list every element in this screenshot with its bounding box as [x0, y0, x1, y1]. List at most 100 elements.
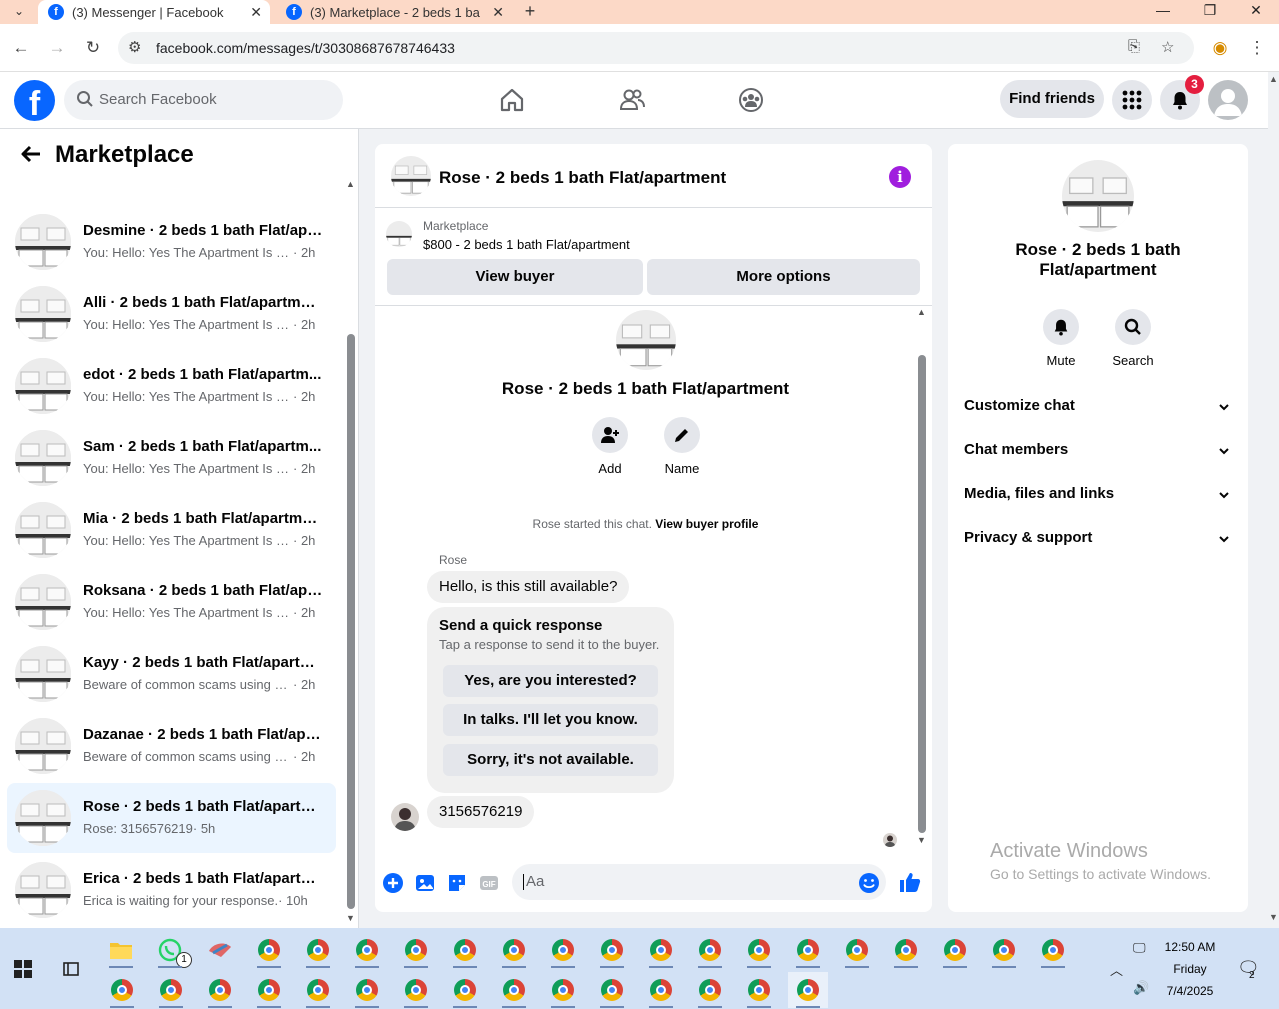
- view-buyer-profile-link[interactable]: View buyer profile: [655, 517, 758, 531]
- conversation-item[interactable]: Rose · 2 beds 1 bath Flat/apartm... Rose:…: [7, 783, 336, 853]
- chrome-window-app[interactable]: [592, 932, 632, 968]
- chat-title[interactable]: Rose · 2 beds 1 bath Flat/apartment: [439, 168, 726, 188]
- install-app-icon[interactable]: ⎘: [1128, 38, 1140, 55]
- menu-grid-button[interactable]: [1112, 80, 1152, 120]
- tab-close-icon[interactable]: ✕: [492, 4, 504, 21]
- chrome-window-app[interactable]: [347, 972, 387, 1008]
- back-icon[interactable]: ←: [9, 36, 33, 60]
- network-icon[interactable]: 🖵: [1133, 940, 1146, 956]
- chrome-window-app[interactable]: [788, 972, 828, 1008]
- thumbs-up-icon[interactable]: [898, 870, 922, 894]
- gif-icon[interactable]: GIF: [478, 872, 500, 894]
- scroll-down-arrow[interactable]: ▼: [1269, 912, 1278, 922]
- chrome-window-app[interactable]: [249, 932, 289, 968]
- windows-start-icon[interactable]: [14, 960, 32, 978]
- snipping-tool-app[interactable]: [200, 932, 240, 968]
- emoji-icon[interactable]: [858, 872, 880, 894]
- incoming-message[interactable]: Hello, is this still available?: [427, 571, 630, 603]
- chrome-window-app[interactable]: [543, 972, 583, 1008]
- chrome-window-app[interactable]: [592, 972, 632, 1008]
- chrome-window-app[interactable]: [739, 972, 779, 1008]
- chrome-window-app[interactable]: [151, 972, 191, 1008]
- close-window-button[interactable]: ✕: [1241, 3, 1271, 17]
- maximize-button[interactable]: ❐: [1195, 3, 1225, 17]
- chrome-window-app[interactable]: [641, 972, 681, 1008]
- minimize-button[interactable]: —: [1148, 3, 1178, 17]
- tab-search-dropdown[interactable]: ⌄: [6, 0, 32, 22]
- chrome-window-app[interactable]: [494, 932, 534, 968]
- clock-day[interactable]: Friday: [1160, 962, 1220, 976]
- clock-date[interactable]: 7/4/2025: [1160, 984, 1220, 998]
- chrome-window-app[interactable]: [739, 932, 779, 968]
- chrome-window-app[interactable]: [396, 972, 436, 1008]
- chrome-window-app[interactable]: [690, 972, 730, 1008]
- tab-messenger[interactable]: f (3) Messenger | Facebook ✕: [38, 0, 270, 24]
- conversation-item[interactable]: Erica · 2 beds 1 bath Flat/apartm... Eric…: [7, 855, 336, 925]
- reload-icon[interactable]: ↻: [81, 36, 105, 60]
- scrollbar-thumb[interactable]: [347, 334, 355, 909]
- mute-action[interactable]: Mute: [1029, 309, 1093, 368]
- file-explorer-app[interactable]: [101, 932, 141, 968]
- incoming-message[interactable]: 3156576219: [427, 796, 535, 828]
- add-people-action[interactable]: Add: [580, 417, 640, 476]
- address-bar[interactable]: ⚙ facebook.com/messages/t/30308687678746…: [118, 32, 1194, 64]
- chrome-window-app[interactable]: [396, 932, 436, 968]
- chat-members-section[interactable]: Chat members: [964, 441, 1234, 458]
- list-scrollbar[interactable]: ▲ ▼: [345, 179, 357, 924]
- chrome-window-app[interactable]: [445, 932, 485, 968]
- find-friends-button[interactable]: Find friends: [1000, 80, 1104, 118]
- search-facebook-input[interactable]: Search Facebook: [64, 80, 343, 120]
- task-view-icon[interactable]: [61, 959, 81, 979]
- tab-close-icon[interactable]: ✕: [250, 4, 262, 21]
- scrollbar-thumb[interactable]: [918, 355, 926, 833]
- account-avatar[interactable]: [1208, 80, 1248, 120]
- tab-marketplace[interactable]: f (3) Marketplace - 2 beds 1 bath ✕: [276, 0, 512, 24]
- scroll-down-arrow[interactable]: ▼: [346, 913, 355, 923]
- media-files-links-section[interactable]: Media, files and links: [964, 485, 1234, 502]
- facebook-logo-icon[interactable]: f: [14, 80, 55, 121]
- quick-response-option[interactable]: Yes, are you interested?: [443, 665, 658, 697]
- chrome-window-app[interactable]: [102, 972, 142, 1008]
- quick-response-option[interactable]: In talks. I'll let you know.: [443, 704, 658, 736]
- conversation-item[interactable]: edot · 2 beds 1 bath Flat/apartm... You: …: [7, 351, 336, 421]
- chrome-window-app[interactable]: [298, 972, 338, 1008]
- view-buyer-button[interactable]: View buyer: [387, 259, 643, 295]
- chrome-window-app[interactable]: [690, 932, 730, 968]
- message-input[interactable]: Aa: [512, 864, 886, 900]
- chrome-window-app[interactable]: [788, 932, 828, 968]
- plus-circle-icon[interactable]: [382, 872, 404, 894]
- chrome-window-app[interactable]: [886, 932, 926, 968]
- new-tab-button[interactable]: +: [520, 0, 540, 22]
- groups-icon[interactable]: [737, 86, 765, 114]
- chrome-window-app[interactable]: [249, 972, 289, 1008]
- scroll-down-arrow[interactable]: ▼: [917, 835, 926, 845]
- conversation-item[interactable]: Alli · 2 beds 1 bath Flat/apartment You: …: [7, 279, 336, 349]
- chrome-window-app[interactable]: [935, 932, 975, 968]
- conversation-item[interactable]: Sam · 2 beds 1 bath Flat/apartm... You: H…: [7, 423, 336, 493]
- scroll-up-arrow[interactable]: ▲: [1269, 74, 1278, 84]
- conversation-item[interactable]: Desmine · 2 beds 1 bath Flat/apa... You: …: [7, 207, 336, 277]
- customize-chat-section[interactable]: Customize chat: [964, 397, 1234, 414]
- chat-scrollbar[interactable]: ▲ ▼: [916, 307, 928, 847]
- whatsapp-app[interactable]: 1: [150, 932, 192, 968]
- bookmark-star-icon[interactable]: ☆: [1161, 38, 1174, 56]
- quick-response-option[interactable]: Sorry, it's not available.: [443, 744, 658, 776]
- browser-menu-icon[interactable]: ⋮: [1245, 36, 1269, 60]
- conversation-item[interactable]: Dazanae · 2 beds 1 bath Flat/apa... Bewar…: [7, 711, 336, 781]
- forward-icon[interactable]: →: [45, 36, 69, 60]
- chrome-window-app[interactable]: [445, 972, 485, 1008]
- page-scrollbar[interactable]: ▲ ▼: [1268, 72, 1279, 928]
- chrome-window-app[interactable]: [494, 972, 534, 1008]
- listing-price-title[interactable]: $800 - 2 beds 1 bath Flat/apartment: [423, 237, 630, 252]
- privacy-support-section[interactable]: Privacy & support: [964, 529, 1234, 546]
- show-hidden-icons-chevron[interactable]: ︿: [1110, 960, 1123, 979]
- conversation-info-icon[interactable]: i: [889, 166, 911, 188]
- conversation-item[interactable]: Kayy · 2 beds 1 bath Flat/apartm... Bewar…: [7, 639, 336, 709]
- chrome-window-app[interactable]: [1033, 932, 1073, 968]
- sender-avatar[interactable]: [391, 803, 419, 831]
- chrome-window-app[interactable]: [200, 972, 240, 1008]
- more-options-button[interactable]: More options: [647, 259, 920, 295]
- scroll-up-arrow[interactable]: ▲: [346, 179, 355, 189]
- search-in-chat-action[interactable]: Search: [1101, 309, 1165, 368]
- sticker-icon[interactable]: [446, 872, 468, 894]
